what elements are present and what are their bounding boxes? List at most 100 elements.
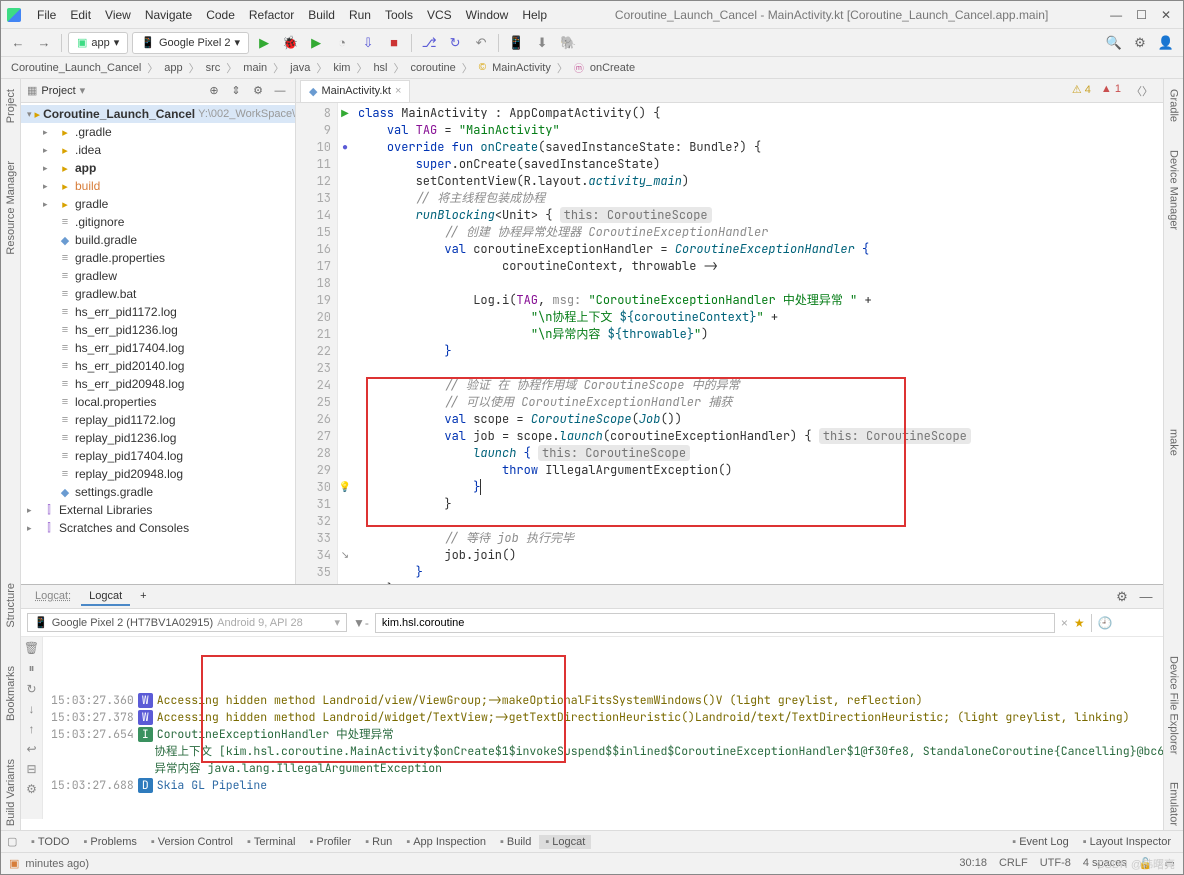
run-icon[interactable]: ▶ [253,32,275,54]
logcat-tab-header[interactable]: Logcat: [27,588,79,606]
toolwin-profiler[interactable]: ▪Profiler [303,835,357,849]
right-tab-make[interactable]: make [1166,425,1182,460]
right-tab-gradle[interactable]: Gradle [1166,85,1182,126]
toolwin-todo[interactable]: ▪TODO [25,835,75,849]
logcat-split-icon[interactable]: ⊟ [26,762,36,776]
tree-item[interactable]: ≡.gitignore [21,213,295,231]
logcat-star-icon[interactable]: ★ [1074,616,1085,630]
coverage-icon[interactable]: ▶ [305,32,327,54]
logcat-scroll-icon[interactable]: ↓ [29,702,35,716]
crumb-segment[interactable]: onCreate [588,62,637,74]
left-tab-resource-manager[interactable]: Resource Manager [3,157,19,259]
logcat-history-icon[interactable]: 🕘 [1098,616,1113,630]
sync-icon[interactable]: 🐘 [557,32,579,54]
tree-item[interactable]: ≡hs_err_pid1172.log [21,303,295,321]
menu-navigate[interactable]: Navigate [139,6,198,24]
toolwin-problems[interactable]: ▪Problems [77,835,142,849]
tree-item[interactable]: ▸▸gradle [21,195,295,213]
debug-icon[interactable]: 🐞 [279,32,301,54]
logcat-wrap-icon[interactable]: ↩ [26,742,36,756]
tree-item[interactable]: ≡gradlew [21,267,295,285]
menu-code[interactable]: Code [200,6,241,24]
crumb-segment[interactable]: MainActivity [490,62,553,74]
line-separator[interactable]: CRLF [999,857,1028,870]
tree-item[interactable]: ≡hs_err_pid20948.log [21,375,295,393]
memory-icon[interactable]: ▭ [1165,857,1175,870]
caret-position[interactable]: 30:18 [959,857,987,870]
tree-item[interactable]: ≡replay_pid20948.log [21,465,295,483]
log-line[interactable]: 协程上下文 [kim.hsl.coroutine.MainActivity$on… [51,743,1155,760]
tree-item[interactable]: ▸▸build [21,177,295,195]
tree-item[interactable]: ◆build.gradle [21,231,295,249]
account-icon[interactable]: 👤 [1155,32,1177,54]
project-collapse-icon[interactable]: ⇕ [227,82,245,100]
crumb-segment[interactable]: main [241,62,269,74]
crumb-segment[interactable]: src [204,62,223,74]
left-tab-structure[interactable]: Structure [3,579,19,632]
toolwin-version-control[interactable]: ▪Version Control [145,835,239,849]
read-only-icon[interactable]: 🔓 [1139,857,1153,870]
logcat-device-selector[interactable]: 📱 Google Pixel 2 (HT7BV1A02915) Android … [27,613,347,632]
crumb-segment[interactable]: hsl [371,62,389,74]
device-selector[interactable]: 📱Google Pixel 2 ▾ [132,32,249,54]
profile-icon[interactable]: ◔ [331,32,353,54]
tree-item[interactable]: ≡hs_err_pid20140.log [21,357,295,375]
tree-item[interactable]: ≡gradle.properties [21,249,295,267]
left-tab-bookmarks[interactable]: Bookmarks [3,662,19,725]
logcat-clear-icon[interactable]: 🗑 [24,641,39,655]
tree-item[interactable]: ▸⫿Scratches and Consoles [21,519,295,537]
left-tab-project[interactable]: Project [3,85,19,127]
tree-item[interactable]: ◆settings.gradle [21,483,295,501]
tree-item[interactable]: ▸⫿External Libraries [21,501,295,519]
logcat-tab-active[interactable]: Logcat [81,588,130,606]
maximize-icon[interactable]: ☐ [1136,8,1147,22]
crumb-segment[interactable]: kim [331,62,352,74]
logcat-settings-icon[interactable]: ⚙ [1111,586,1133,608]
crumb-segment[interactable]: coroutine [409,62,458,74]
crumb-segment[interactable]: app [162,62,184,74]
back-icon[interactable]: ← [7,32,29,54]
logcat-add-tab[interactable]: + [132,588,154,606]
forward-icon[interactable]: → [33,32,55,54]
logcat-hide-icon[interactable]: — [1135,586,1157,608]
toolwin-terminal[interactable]: ▪Terminal [241,835,301,849]
code-area[interactable]: class MainActivity : AppCompatActivity()… [352,103,1163,584]
menu-build[interactable]: Build [302,6,341,24]
logcat-prev-icon[interactable]: ↑ [29,722,35,736]
tree-item[interactable]: ▸▸app [21,159,295,177]
revert-icon[interactable]: ↶ [470,32,492,54]
toolwin-run[interactable]: ▪Run [359,835,398,849]
menu-edit[interactable]: Edit [64,6,97,24]
right-tab-file-explorer[interactable]: Device File Explorer [1166,652,1182,758]
run-config-selector[interactable]: ▣app ▾ [68,32,128,54]
tree-item[interactable]: ≡replay_pid1236.log [21,429,295,447]
toolwin-layout-inspector[interactable]: ▪Layout Inspector [1077,835,1177,849]
close-icon[interactable]: ✕ [1161,8,1171,22]
sdk-icon[interactable]: ⬇ [531,32,553,54]
logcat-output[interactable]: 15:03:27.360WAccessing hidden method Lan… [43,637,1163,819]
tree-item[interactable]: ▸▸.idea [21,141,295,159]
logcat-restart-icon[interactable]: ↻ [26,682,36,696]
menu-file[interactable]: File [31,6,62,24]
right-tab-device-manager[interactable]: Device Manager [1166,146,1182,234]
logcat-clear-filter-icon[interactable]: × [1061,616,1068,630]
menu-run[interactable]: Run [343,6,377,24]
log-line[interactable]: 15:03:27.360WAccessing hidden method Lan… [51,692,1155,709]
logcat-config-icon[interactable]: ⚙ [26,782,37,796]
file-encoding[interactable]: UTF-8 [1040,857,1071,870]
project-select-opened-icon[interactable]: ⊕ [205,82,223,100]
crumb-segment[interactable]: Coroutine_Launch_Cancel [9,62,143,74]
errors-badge[interactable]: ▲ 1 [1101,83,1121,99]
tree-item[interactable]: ≡hs_err_pid1236.log [21,321,295,339]
menu-view[interactable]: View [99,6,137,24]
settings-icon[interactable]: ⚙ [1129,32,1151,54]
stop-icon[interactable]: ■ [383,32,405,54]
line-number-gutter[interactable]: 8910111213141516171819202122232425262728… [296,103,338,584]
tree-item[interactable]: ≡local.properties [21,393,295,411]
gutter-icons[interactable]: ▶ ● 💡 ↘ [338,103,352,584]
vcs-icon[interactable]: ⎇ [418,32,440,54]
menu-window[interactable]: Window [460,6,515,24]
menu-refactor[interactable]: Refactor [243,6,300,24]
tree-item[interactable]: ▸▸.gradle [21,123,295,141]
avd-icon[interactable]: 📱 [505,32,527,54]
